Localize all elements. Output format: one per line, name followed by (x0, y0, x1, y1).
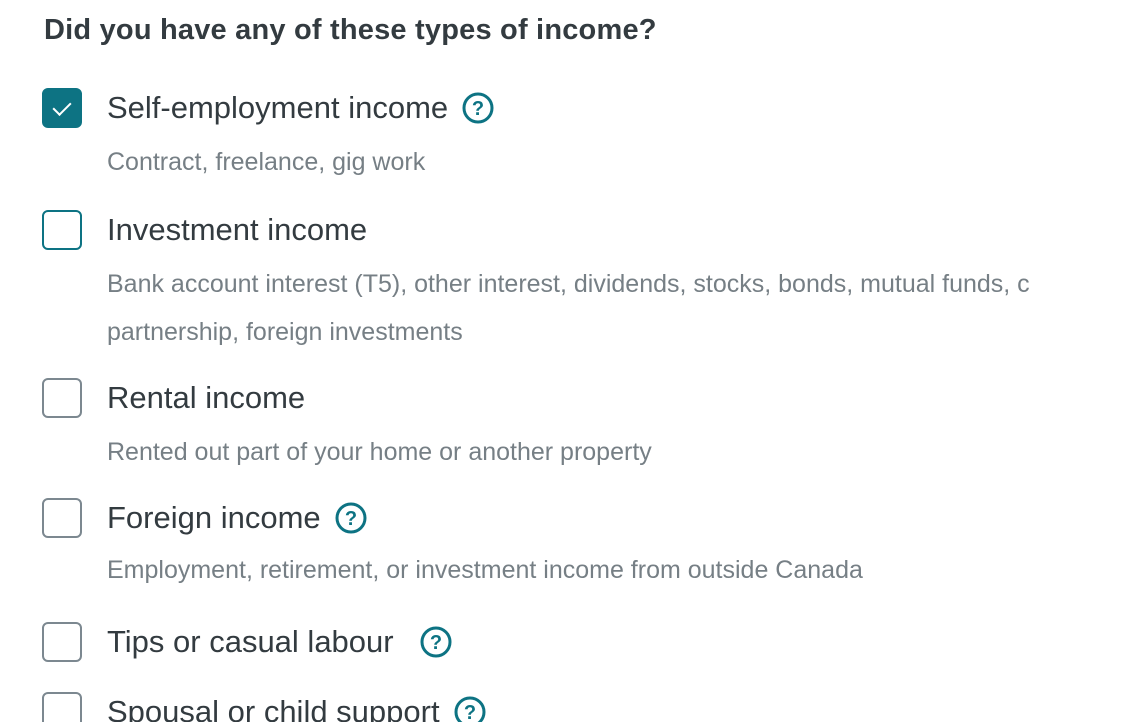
question-circle-icon[interactable]: ? (454, 696, 486, 722)
investment-label[interactable]: Investment income (107, 212, 367, 248)
rental-checkbox[interactable] (42, 378, 82, 418)
foreign-label[interactable]: Foreign income (107, 500, 321, 536)
option-self-employment: Self-employment income ? Contract, freel… (42, 88, 1140, 176)
question-circle-icon[interactable]: ? (462, 92, 494, 124)
option-spousal-support: Spousal or child support ? (42, 692, 1140, 722)
option-tips: Tips or casual labour ? (42, 622, 1140, 672)
page-title: Did you have any of these types of incom… (44, 14, 657, 46)
rental-description: Rented out part of your home or another … (107, 438, 652, 466)
tips-label[interactable]: Tips or casual labour (107, 624, 394, 660)
foreign-description: Employment, retirement, or investment in… (107, 556, 863, 584)
spousal-support-label[interactable]: Spousal or child support (107, 694, 440, 722)
option-investment: Investment income Bank account interest … (42, 210, 1140, 346)
svg-text:?: ? (472, 98, 484, 120)
self-employment-description: Contract, freelance, gig work (107, 148, 426, 176)
foreign-checkbox[interactable] (42, 498, 82, 538)
spousal-support-checkbox[interactable] (42, 692, 82, 722)
investment-description: Bank account interest (T5), other intere… (107, 270, 1030, 346)
self-employment-label[interactable]: Self-employment income (107, 90, 448, 126)
svg-text:?: ? (430, 632, 442, 654)
svg-text:?: ? (345, 508, 357, 530)
tips-checkbox[interactable] (42, 622, 82, 662)
option-foreign: Foreign income ? Employment, retirement,… (42, 498, 1140, 584)
question-circle-icon[interactable]: ? (335, 502, 367, 534)
self-employment-checkbox[interactable] (42, 88, 82, 128)
option-rental: Rental income Rented out part of your ho… (42, 378, 1140, 466)
question-circle-icon[interactable]: ? (420, 626, 452, 658)
svg-text:?: ? (463, 702, 475, 722)
rental-label[interactable]: Rental income (107, 380, 305, 416)
investment-checkbox[interactable] (42, 210, 82, 250)
